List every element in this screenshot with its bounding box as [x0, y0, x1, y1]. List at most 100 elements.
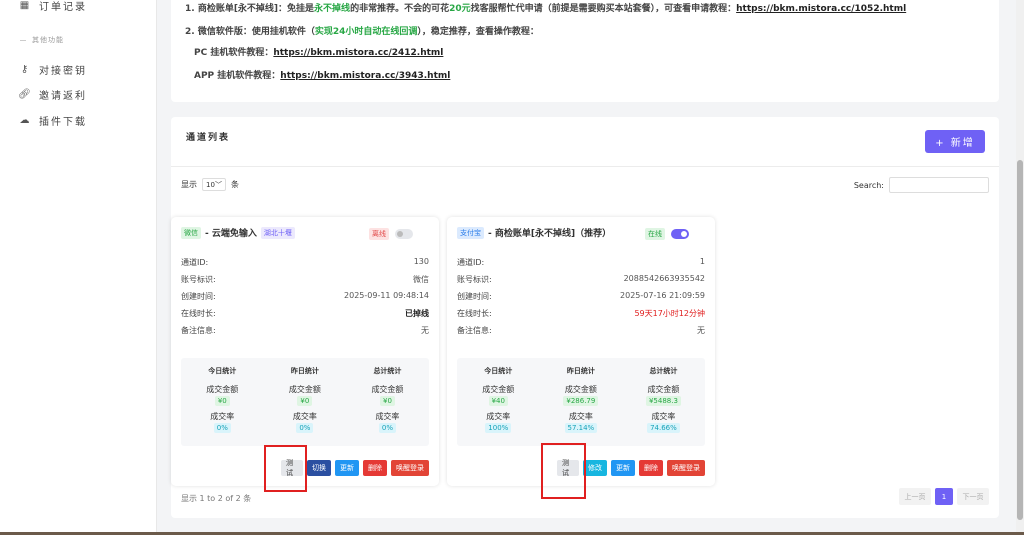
stat-yesterday: 昨日统计 成交金额 ¥286.79 成交率 57.14%: [540, 358, 623, 433]
pc-tutorial-link[interactable]: https://bkm.mistora.cc/2412.html: [273, 48, 443, 58]
next-page-button[interactable]: 下一页: [957, 488, 989, 505]
online-duration: 59天17小时12分钟: [634, 309, 705, 318]
pagination: 上一页 1 下一页: [899, 488, 989, 505]
stat-rate: 74.66%: [647, 423, 680, 433]
sidebar-item-label: 对接密钥: [39, 66, 87, 77]
page-size-value: 10: [206, 180, 215, 189]
notice-text: 1. 商检账单[永不掉线]：免挂是: [185, 4, 315, 14]
status-toggle[interactable]: [671, 229, 689, 239]
stat-rate: 57.14%: [564, 423, 598, 433]
info-label: 创建时间:: [457, 292, 492, 301]
sidebar-item-keys[interactable]: ⚷ 对接密钥: [20, 62, 87, 77]
delete-button[interactable]: 删除: [363, 460, 387, 476]
online-duration: 已掉线: [405, 309, 429, 318]
channel-type-tag: 支付宝: [457, 226, 484, 239]
channel-id: 1: [699, 257, 705, 266]
info-label: 在线时长:: [181, 309, 216, 318]
notice-highlight: 永不掉线: [314, 4, 351, 14]
stat-label: 成交金额: [371, 385, 404, 394]
stat-total: 总计统计 成交金额 ¥5488.3 成交率 74.66%: [622, 358, 705, 433]
divider: [171, 166, 999, 167]
stat-head: 昨日统计: [290, 367, 319, 375]
channel-header: 支付宝 - 商检账单[永不掉线]（推荐）: [457, 226, 611, 239]
channel-header: 微信 - 云端免输入 湖北十堰: [181, 226, 295, 239]
add-channel-button[interactable]: + 新增: [925, 130, 985, 153]
stat-head: 今日统计: [208, 367, 237, 375]
link-icon: 🔗︎: [18, 89, 33, 100]
stat-label: 成交金额: [564, 385, 597, 394]
info-label: 通道ID:: [457, 258, 485, 267]
sidebar-item-plugins[interactable]: ☁ 插件下载: [20, 113, 87, 128]
status-badge: 在线: [645, 228, 665, 240]
page-size-select[interactable]: 10 ﹀: [202, 178, 226, 191]
sidebar-item-label: 插件下载: [39, 117, 87, 128]
status-badge: 离线: [369, 228, 389, 240]
info-label: 账号标识:: [181, 275, 216, 284]
notice-text: 2. 微信软件版：使用挂机软件（: [185, 27, 315, 37]
scrollbar-thumb[interactable]: [1017, 160, 1023, 520]
info-label: 备注信息:: [181, 326, 216, 335]
channel-id: 130: [413, 257, 429, 266]
remark: 无: [421, 326, 429, 335]
stat-label: 成交率: [292, 412, 317, 421]
switch-button[interactable]: 切换: [307, 460, 331, 476]
items-label: 条: [231, 180, 239, 189]
notice-line-1: 1. 商检账单[永不掉线]：免挂是永不掉线的非常推荐。不会的可花20元找客服帮忙…: [185, 1, 906, 14]
stat-rate: 0%: [213, 423, 231, 433]
info-row: 创建时间: 2025-07-16 21:09:59: [457, 291, 705, 302]
stat-label: 成交率: [568, 412, 593, 421]
notice-line-app: APP 挂机软件教程：https://bkm.mistora.cc/3943.h…: [194, 68, 450, 81]
stat-amount: ¥0: [379, 396, 395, 406]
wake-login-button[interactable]: 唤醒登录: [667, 460, 705, 476]
wake-login-button[interactable]: 唤醒登录: [391, 460, 429, 476]
notice-card: 1. 商检账单[永不掉线]：免挂是永不掉线的非常推荐。不会的可花20元找客服帮忙…: [171, 0, 999, 102]
app-tutorial-link[interactable]: https://bkm.mistora.cc/3943.html: [280, 71, 450, 81]
prev-page-button[interactable]: 上一页: [899, 488, 931, 505]
info-label: 账号标识:: [457, 275, 492, 284]
created-time: 2025-09-11 09:48:14: [344, 291, 429, 300]
edit-button[interactable]: 修改: [583, 460, 607, 476]
tutorial-link[interactable]: https://bkm.mistora.cc/1052.html: [736, 4, 906, 14]
status-toggle[interactable]: [395, 229, 413, 239]
stat-label: 成交率: [486, 412, 511, 421]
channel-name: - 商检账单[永不掉线]（推荐）: [488, 229, 612, 239]
remark: 无: [697, 326, 705, 335]
page-size-control: 显示 10 ﹀ 条: [181, 178, 239, 191]
status-control: 离线: [369, 228, 413, 240]
search-input[interactable]: [889, 177, 989, 193]
pagination-info: 显示 1 to 2 of 2 条: [181, 494, 252, 503]
update-button[interactable]: 更新: [611, 460, 635, 476]
info-label: 创建时间:: [181, 292, 216, 301]
stat-amount: ¥40: [488, 396, 508, 406]
stat-label: 成交率: [651, 412, 676, 421]
notice-text: 的非常推荐。不会的可花: [350, 4, 450, 14]
stat-yesterday: 昨日统计 成交金额 ¥0 成交率 0%: [264, 358, 347, 433]
stat-amount: ¥5488.3: [645, 396, 681, 406]
info-row: 创建时间: 2025-09-11 09:48:14: [181, 291, 429, 302]
page-title: 通道列表: [186, 133, 231, 143]
stat-label: 成交金额: [288, 385, 321, 394]
stat-label: 成交金额: [647, 385, 680, 394]
current-page-button[interactable]: 1: [935, 488, 953, 505]
status-control: 在线: [645, 228, 689, 240]
stats-box: 今日统计 成交金额 ¥40 成交率 100% 昨日统计 成交金额 ¥286.79…: [457, 358, 705, 446]
scrollbar[interactable]: [1016, 0, 1024, 535]
calendar-icon: ▦: [19, 0, 32, 11]
region-tag: 湖北十堰: [260, 226, 295, 239]
search-control: Search:: [854, 177, 989, 193]
stat-today: 今日统计 成交金额 ¥40 成交率 100%: [457, 358, 540, 433]
stat-rate: 0%: [296, 423, 314, 433]
stat-total: 总计统计 成交金额 ¥0 成交率 0%: [346, 358, 429, 433]
delete-button[interactable]: 删除: [639, 460, 663, 476]
info-row: 在线时长: 已掉线: [181, 308, 429, 319]
stat-head: 昨日统计: [566, 367, 595, 375]
search-label: Search:: [853, 180, 884, 190]
notice-highlight: 实现24小时自动在线回调: [314, 27, 418, 37]
info-row: 账号标识: 2088542663935542: [457, 274, 705, 285]
stat-label: 成交率: [375, 412, 400, 421]
sidebar-item-orders[interactable]: ▦ 订单记录: [20, 0, 87, 13]
sidebar-item-invite[interactable]: 🔗︎ 邀请返利: [18, 87, 87, 102]
info-row: 通道ID: 1: [457, 257, 705, 268]
stat-amount: ¥286.79: [563, 396, 599, 406]
update-button[interactable]: 更新: [335, 460, 359, 476]
